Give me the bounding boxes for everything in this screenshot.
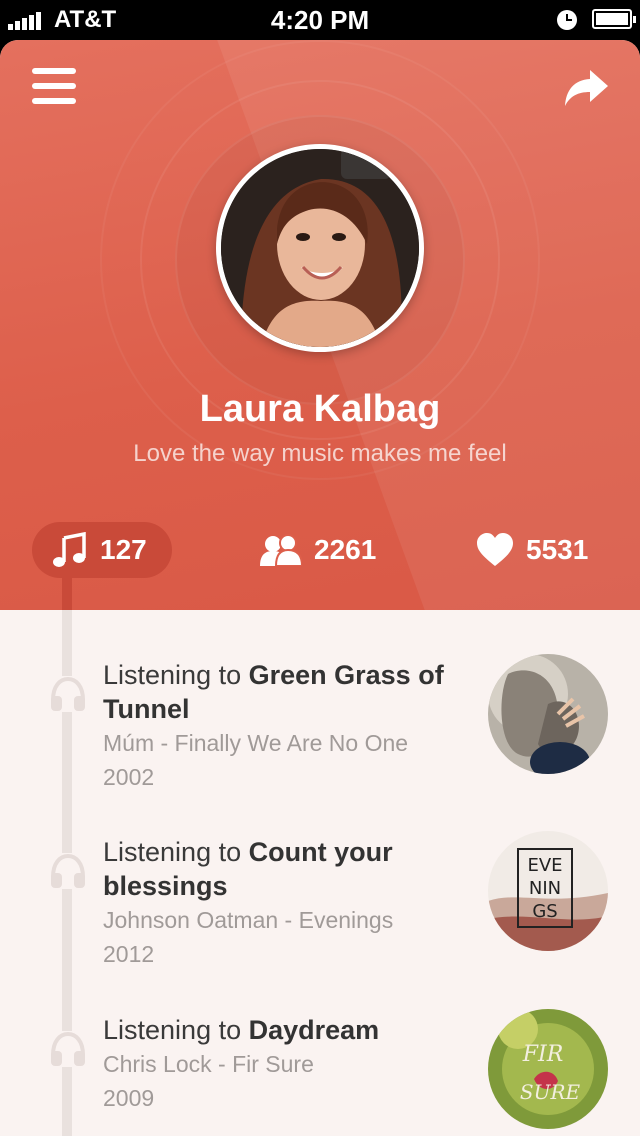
likes-count: 5531	[526, 534, 589, 565]
feed-item-track[interactable]: Daydream	[249, 1015, 380, 1045]
feed-item-year: 2002	[103, 764, 155, 790]
stat-likes[interactable]: 5531	[476, 522, 588, 578]
friends-count: 2261	[314, 534, 377, 565]
feed-item[interactable]: Listening to Green Grass of Tunnel Múm -…	[0, 654, 640, 828]
headphones-icon	[48, 1031, 88, 1067]
album-cover[interactable]	[488, 654, 608, 774]
timeline-connector	[62, 578, 72, 610]
album-cover[interactable]: FIR SURE	[488, 1009, 608, 1129]
cover-text: FIR	[522, 1042, 564, 1067]
feed-item-text: Listening to Daydream Chris Lock - Fir S…	[103, 1013, 483, 1115]
feed-item-prefix: Listening to	[103, 1015, 249, 1045]
status-time: 4:20 PM	[270, 5, 370, 35]
feed-item-prefix: Listening to	[103, 837, 249, 867]
feed-item-text: Listening to Count your blessings Johnso…	[103, 835, 483, 971]
album-cover[interactable]: EVE NIN GS	[488, 831, 608, 951]
profile-name: Laura Kalbag	[199, 388, 441, 430]
cover-text: EVE	[527, 855, 562, 876]
album-art: EVE NIN GS	[488, 831, 608, 951]
menu-button[interactable]	[32, 68, 76, 106]
profile-tagline: Love the way music makes me feel	[133, 440, 507, 467]
stat-songs[interactable]: 127	[32, 522, 172, 578]
feed-item-artist[interactable]: Johnson Oatman - Evenings	[103, 903, 483, 937]
songs-count: 127	[100, 534, 147, 565]
friends-icon	[260, 534, 302, 566]
cover-text: SURE	[520, 1080, 581, 1104]
avatar-photo	[221, 149, 419, 347]
app-screen: Laura Kalbag Love the way music makes me…	[0, 40, 640, 1136]
feed-item-prefix: Listening to	[103, 660, 249, 690]
avatar[interactable]	[216, 144, 424, 352]
feed-item-artist[interactable]: Chris Lock - Fir Sure	[103, 1047, 483, 1081]
status-bar: AT&T 4:20 PM	[0, 0, 640, 40]
stat-friends[interactable]: 2261	[260, 522, 376, 578]
album-art	[488, 654, 608, 774]
music-note-icon	[53, 532, 86, 567]
share-button[interactable]	[562, 66, 610, 110]
cover-text: GS	[532, 901, 557, 922]
feed-item[interactable]: Listening to Count your blessings Johnso…	[0, 831, 640, 1005]
album-art: FIR SURE	[488, 1009, 608, 1129]
feed-item[interactable]: Listening to Daydream Chris Lock - Fir S…	[0, 1009, 640, 1136]
profile-header: Laura Kalbag Love the way music makes me…	[0, 40, 640, 610]
feed-item-year: 2009	[103, 1085, 155, 1111]
cover-text: NIN	[529, 878, 561, 899]
clock-icon	[557, 10, 577, 30]
battery-icon	[592, 9, 636, 29]
feed-item-text: Listening to Green Grass of Tunnel Múm -…	[103, 658, 483, 794]
feed-item-year: 2012	[103, 941, 155, 967]
feed-item-artist[interactable]: Múm - Finally We Are No One	[103, 726, 483, 760]
headphones-icon	[48, 676, 88, 712]
share-icon	[565, 70, 608, 106]
heart-icon	[477, 533, 513, 566]
headphones-icon	[48, 853, 88, 889]
